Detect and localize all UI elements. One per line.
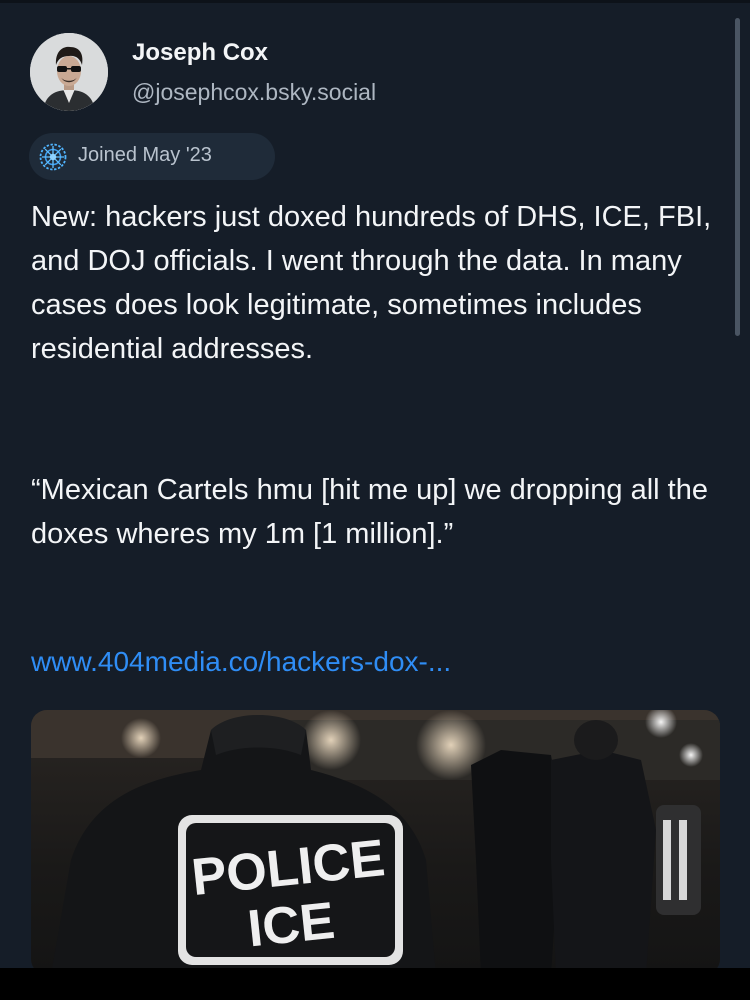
- police-ice-photo: POLICE ICE: [31, 710, 720, 975]
- starburst-icon: [39, 143, 67, 171]
- avatar[interactable]: [30, 33, 108, 111]
- author-handle[interactable]: @josephcox.bsky.social: [132, 79, 376, 106]
- top-border: [0, 0, 750, 3]
- post-quote: “Mexican Cartels hmu [hit me up] we drop…: [31, 474, 708, 550]
- user-photo-avatar-icon: [30, 33, 108, 111]
- scrollbar[interactable]: [735, 18, 740, 336]
- badge-label: Joined May '23: [78, 144, 212, 166]
- post-text: New: hackers just doxed hundreds of DHS,…: [31, 201, 720, 365]
- link-preview-image[interactable]: POLICE ICE: [31, 710, 720, 975]
- bottom-bar: [0, 968, 750, 1000]
- patch-line2: ICE: [245, 892, 337, 959]
- author-name[interactable]: Joseph Cox: [132, 39, 268, 67]
- joined-badge: Joined May '23: [29, 133, 275, 180]
- article-link[interactable]: www.404media.co/hackers-dox-...: [31, 646, 451, 678]
- post-screen: Joseph Cox @josephcox.bsky.social Joined…: [0, 0, 750, 1000]
